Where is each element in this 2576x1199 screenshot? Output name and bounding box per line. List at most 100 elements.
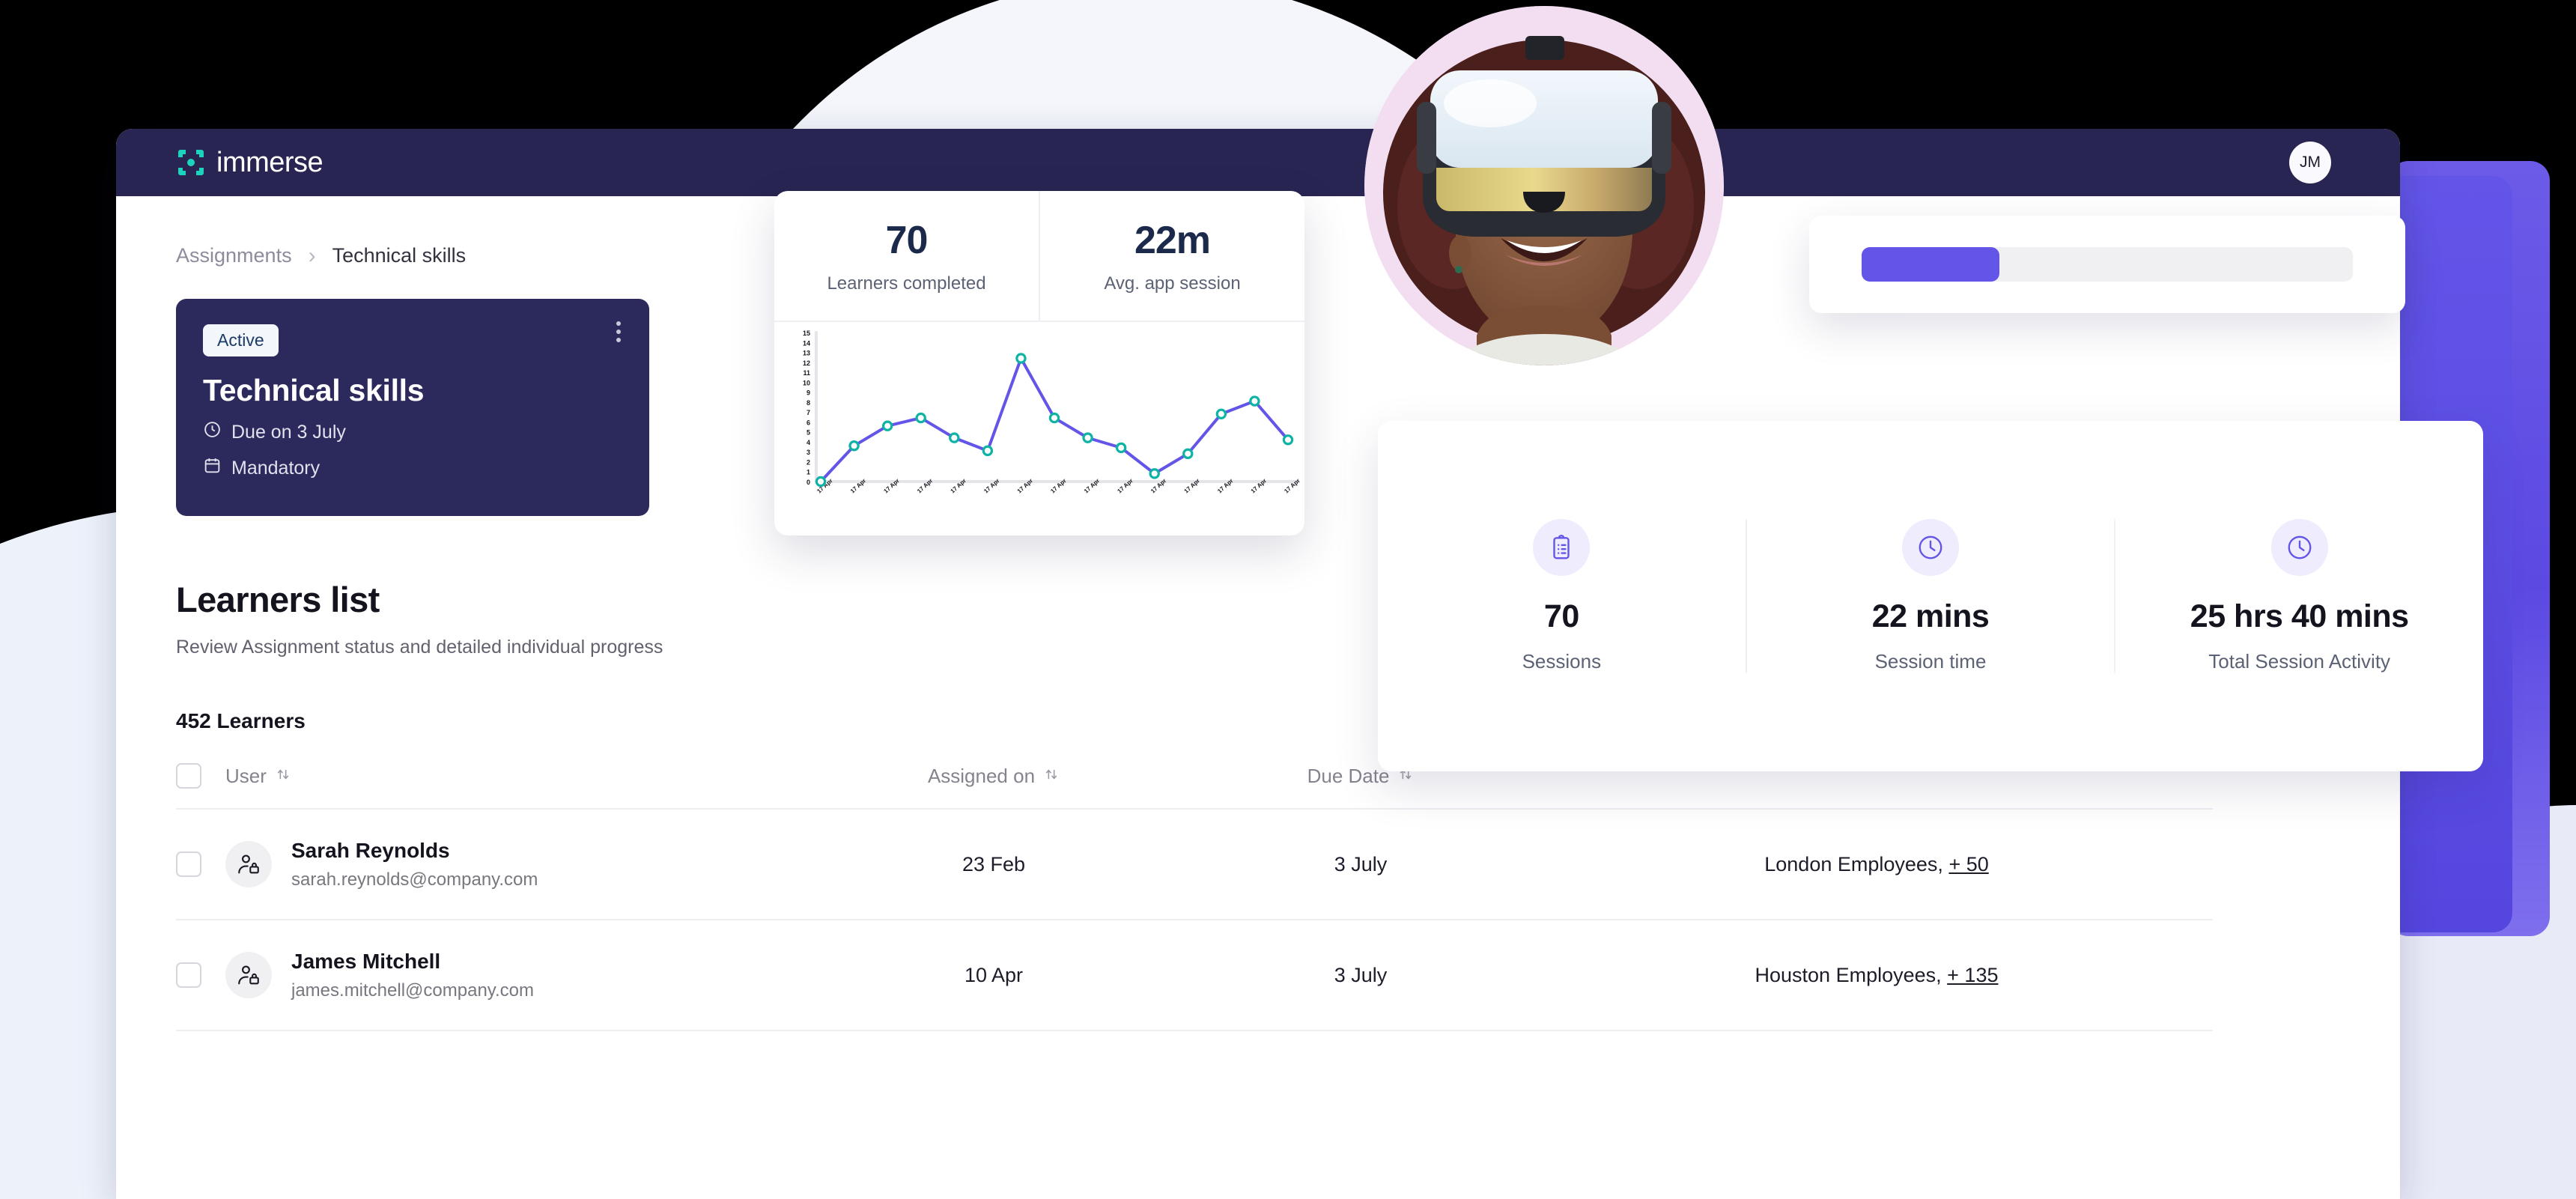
svg-text:14: 14 — [803, 339, 810, 347]
column-user-label: User — [225, 764, 267, 787]
column-assigned-on[interactable]: Assigned on — [806, 765, 1181, 788]
svg-text:7: 7 — [806, 409, 810, 416]
stat-value: 22 mins — [1871, 598, 1990, 634]
kpi-value: 70 — [885, 218, 929, 262]
clock-icon — [1902, 519, 1959, 576]
stat-value: 25 hrs 40 mins — [2190, 598, 2409, 634]
svg-text:8: 8 — [806, 399, 810, 407]
svg-text:17 Apr: 17 Apr — [1049, 477, 1067, 494]
vr-learner-photo — [1364, 6, 1724, 365]
row-group-label: Houston Employees, — [1755, 963, 1942, 986]
assignment-mandatory-label: Mandatory — [231, 457, 321, 479]
immerse-logo-icon — [176, 148, 206, 177]
user-email: sarah.reynolds@company.com — [291, 869, 538, 890]
row-user: Sarah Reynolds sarah.reynolds@company.co… — [225, 839, 806, 890]
svg-text:0: 0 — [806, 479, 810, 486]
sort-arrows-icon[interactable] — [275, 765, 291, 788]
kpi-avg-app-session: 22m Avg. app session — [1039, 191, 1304, 321]
row-due-date: 3 July — [1334, 963, 1388, 986]
brand-logo[interactable]: immerse — [176, 148, 323, 177]
screenshot-root: immerse JM Assignments › Technical skill… — [0, 0, 2576, 1199]
stat-label: Sessions — [1522, 650, 1602, 673]
kebab-menu-icon[interactable] — [616, 321, 621, 342]
sessions-summary-card: 70 Sessions 22 mins Session time 25 hrs … — [1378, 421, 2483, 771]
breadcrumb-parent[interactable]: Assignments — [176, 244, 292, 267]
row-due-date: 3 July — [1334, 852, 1388, 875]
calendar-icon — [203, 456, 222, 480]
table-row[interactable]: James Mitchell james.mitchell@company.co… — [176, 920, 2213, 1031]
app-header: immerse JM — [116, 129, 2400, 196]
svg-text:17 Apr: 17 Apr — [1216, 477, 1234, 494]
assignment-title: Technical skills — [203, 373, 425, 407]
progress-bar-track[interactable] — [1862, 247, 2353, 282]
clock-icon — [203, 420, 222, 444]
avatar[interactable]: JM — [2289, 142, 2331, 183]
kpi-label: Learners completed — [827, 273, 986, 294]
svg-text:17 Apr: 17 Apr — [1083, 477, 1101, 494]
status-badge: Active — [203, 324, 279, 356]
sessions-line-chart: 0 1 2 3 4 5 6 7 8 9 10 11 12 13 14 15 17 Apr 17 Apr 17 Apr… — [774, 322, 1304, 535]
svg-text:17 Apr: 17 Apr — [1016, 477, 1034, 494]
stat-total-session-activity: 25 hrs 40 mins Total Session Activity — [2114, 519, 2483, 673]
stat-value: 70 — [1543, 598, 1579, 634]
svg-text:12: 12 — [803, 359, 810, 367]
assignment-due-label: Due on 3 July — [231, 421, 346, 443]
svg-text:17 Apr: 17 Apr — [1283, 477, 1301, 494]
svg-text:10: 10 — [803, 379, 810, 386]
user-email: james.mitchell@company.com — [291, 980, 535, 1001]
row-user: James Mitchell james.mitchell@company.co… — [225, 950, 806, 1001]
svg-text:9: 9 — [806, 389, 810, 397]
clipboard-icon — [1533, 519, 1591, 576]
user-name: Sarah Reynolds — [291, 838, 450, 862]
svg-text:4: 4 — [806, 439, 810, 446]
kpi-value: 22m — [1134, 218, 1211, 262]
assignment-card[interactable]: Active Technical skills Due on 3 July Ma… — [176, 299, 649, 516]
svg-text:13: 13 — [803, 350, 810, 357]
clock-icon — [2270, 519, 2328, 576]
kpi-row: 70 Learners completed 22m Avg. app sessi… — [774, 191, 1304, 322]
progress-bar-fill — [1862, 247, 1999, 282]
sort-arrows-icon[interactable] — [1043, 765, 1060, 788]
svg-text:17 Apr: 17 Apr — [1149, 477, 1167, 494]
svg-text:11: 11 — [803, 369, 810, 377]
row-checkbox[interactable] — [176, 852, 225, 877]
svg-text:1: 1 — [806, 469, 810, 476]
column-user[interactable]: User — [225, 765, 806, 788]
svg-text:15: 15 — [803, 330, 810, 337]
column-assigned-on-label: Assigned on — [927, 764, 1036, 787]
row-assigned-on: 23 Feb — [962, 852, 1026, 875]
assignment-mandatory: Mandatory — [203, 456, 622, 480]
svg-text:17 Apr: 17 Apr — [1183, 477, 1201, 494]
user-lock-icon — [225, 841, 272, 887]
svg-text:17 Apr: 17 Apr — [1250, 477, 1268, 494]
stat-label: Total Session Activity — [2208, 650, 2391, 673]
row-group: London Employees, + 50 — [1540, 853, 2213, 876]
stat-sessions: 70 Sessions — [1378, 519, 1746, 673]
assignment-due: Due on 3 July — [203, 420, 622, 444]
column-due-date-label: Due Date — [1307, 764, 1390, 787]
svg-text:17 Apr: 17 Apr — [849, 477, 867, 494]
select-all-checkbox[interactable] — [176, 763, 225, 789]
svg-text:17 Apr: 17 Apr — [916, 477, 934, 494]
svg-text:2: 2 — [806, 458, 810, 466]
row-group-label: London Employees, — [1764, 852, 1943, 875]
svg-text:17 Apr: 17 Apr — [882, 477, 900, 494]
learners-table: User Assigned on Due Date Sarah Reynolds… — [176, 763, 2213, 1031]
table-row[interactable]: Sarah Reynolds sarah.reynolds@company.co… — [176, 810, 2213, 920]
kpi-label: Avg. app session — [1104, 273, 1241, 294]
stat-session-time: 22 mins Session time — [1745, 519, 2115, 673]
brand-name: immerse — [216, 147, 323, 178]
row-assigned-on: 10 Apr — [964, 963, 1024, 986]
svg-text:5: 5 — [806, 429, 810, 437]
svg-text:6: 6 — [806, 419, 810, 426]
stat-label: Session time — [1874, 650, 1987, 673]
kpi-chart-card: 70 Learners completed 22m Avg. app sessi… — [774, 191, 1304, 535]
row-group-more-link[interactable]: + 135 — [1947, 964, 1998, 986]
breadcrumb-current: Technical skills — [332, 244, 467, 267]
user-lock-icon — [225, 952, 272, 998]
row-checkbox[interactable] — [176, 962, 225, 988]
progress-card — [1809, 216, 2405, 313]
svg-text:3: 3 — [806, 449, 810, 456]
svg-text:17 Apr: 17 Apr — [982, 477, 1000, 494]
row-group-more-link[interactable]: + 50 — [1948, 853, 1988, 875]
